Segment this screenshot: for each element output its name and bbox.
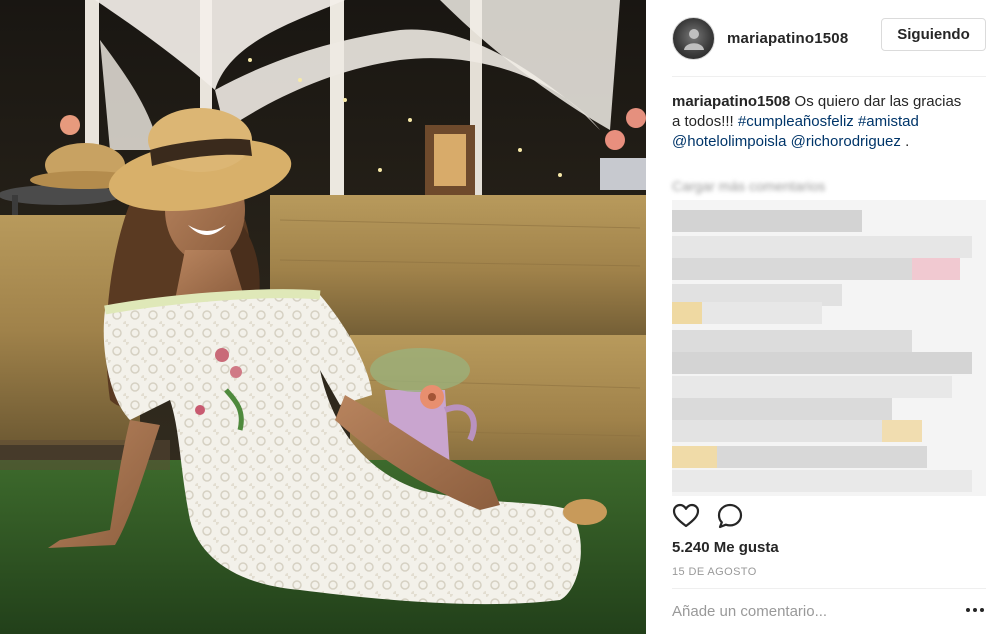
post-actions (672, 500, 744, 532)
following-button[interactable]: Siguiendo (881, 18, 986, 51)
caption-username[interactable]: mariapatino1508 (672, 93, 790, 110)
post-caption: mariapatino1508 Os quiero dar las gracia… (672, 92, 962, 152)
hashtag-link[interactable]: #cumpleañosfeliz (738, 113, 854, 130)
likes-count[interactable]: 5.240 Me gusta (672, 539, 779, 556)
load-more-comments[interactable]: Cargar más comentarios (672, 178, 862, 196)
avatar[interactable] (672, 16, 715, 60)
comments-list-blurred (672, 200, 986, 496)
post-photo-image (0, 0, 646, 634)
comment-icon[interactable] (716, 502, 744, 530)
post-photo[interactable] (0, 0, 646, 634)
username[interactable]: mariapatino1508 (727, 30, 862, 47)
ellipsis-icon[interactable] (964, 603, 986, 617)
caption-trailing: . (900, 133, 910, 150)
comment-divider (672, 588, 986, 589)
header-divider (672, 76, 986, 77)
post-sidebar: mariapatino1508 Siguiendo mariapatino150… (646, 0, 1000, 634)
mention-link[interactable]: @richorodriguez (791, 133, 901, 150)
avatar-image-icon (681, 25, 707, 51)
heart-icon[interactable] (672, 502, 700, 530)
post-date[interactable]: 15 de agosto (672, 566, 757, 578)
mention-link[interactable]: @hotelolimpoisla (672, 133, 786, 150)
add-comment-input[interactable] (672, 600, 942, 622)
hashtag-link[interactable]: #amistad (858, 113, 919, 130)
